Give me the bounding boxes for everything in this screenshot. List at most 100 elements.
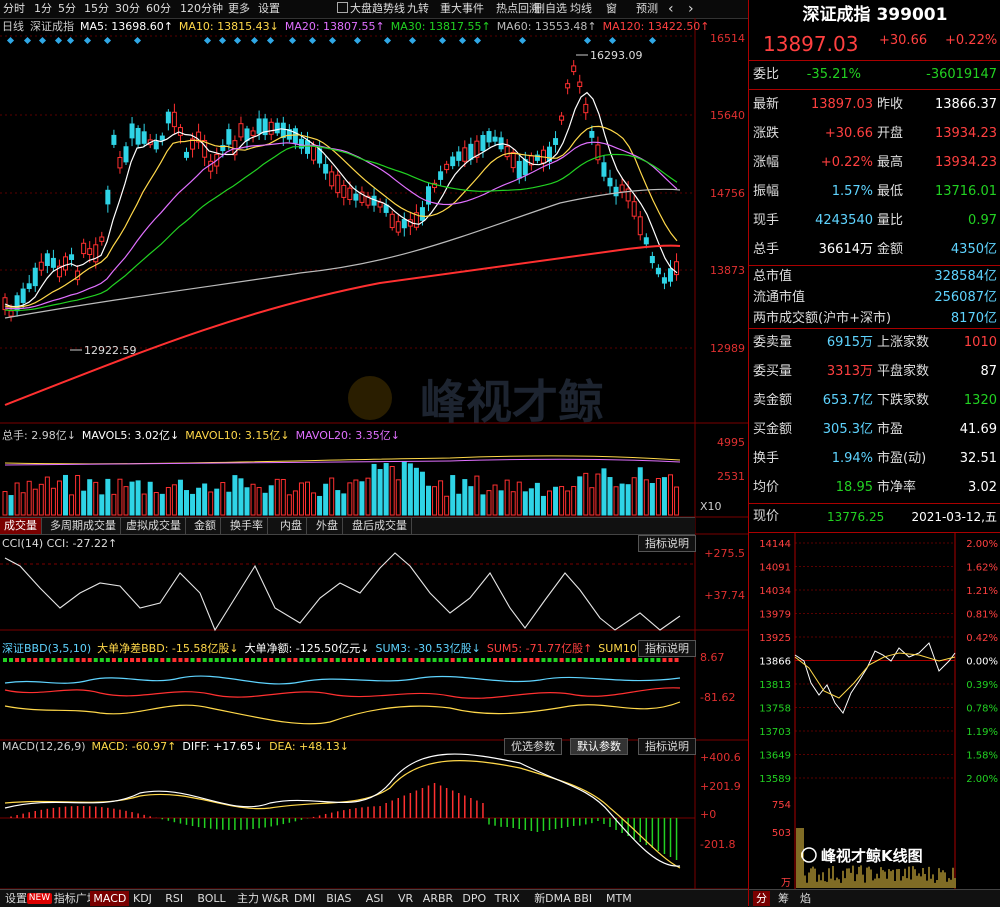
- volume-tab-5[interactable]: 内盘: [276, 518, 307, 534]
- toolbar-option-2[interactable]: 重大事件: [440, 2, 484, 16]
- intraday-price-tick: 13866: [759, 657, 791, 668]
- indicator-tab-dmi[interactable]: DMI: [291, 891, 318, 906]
- intraday-pct-tick: 2.00%: [966, 539, 998, 550]
- panel-tab-0[interactable]: 分: [753, 891, 770, 906]
- ma-legend-item: MA30: 13817.55↑: [390, 20, 491, 33]
- toolbar-option-0[interactable]: 大盘趋势线: [337, 2, 405, 16]
- bbd-bar: [499, 658, 504, 662]
- period-3-button[interactable]: 15分: [84, 2, 109, 16]
- cci-line: [4, 552, 681, 632]
- volume-bar: [292, 490, 298, 516]
- quote-value: 1.94%: [831, 451, 873, 466]
- volume-bar: [202, 483, 208, 516]
- indicator-tab-macd[interactable]: MACD: [90, 891, 130, 906]
- candle-body: [486, 131, 492, 143]
- indicator-tab-dpo[interactable]: DPO: [459, 891, 489, 906]
- quote-row: 委买量 3313万 平盘家数 87: [749, 357, 1000, 386]
- candle-body: [643, 237, 649, 245]
- toolbar-option-label: 九转: [407, 2, 429, 15]
- kline-chart-area[interactable]: 16514 15640 14756 13873 12989 峰视才鲸 16293.09 129…: [0, 18, 748, 906]
- indicator-tab-主力[interactable]: 主力: [234, 891, 262, 906]
- indicator-tab-mtm[interactable]: MTM: [603, 891, 635, 906]
- toolbar-option-4[interactable]: 删自选: [534, 2, 567, 16]
- ma20-line: [4, 141, 678, 310]
- toolbar-option-5[interactable]: 均线: [570, 2, 592, 16]
- candle-body: [99, 236, 105, 242]
- toolbar-option-7[interactable]: 预测: [636, 2, 658, 16]
- bbd-bar: [232, 658, 237, 662]
- back-arrow-icon[interactable]: ‹: [668, 2, 674, 16]
- macd-button-0[interactable]: 优选参数: [504, 738, 562, 755]
- candle-body: [607, 177, 613, 187]
- candle-body: [668, 268, 673, 282]
- bbd-bar: [87, 658, 92, 662]
- toolbar-option-1[interactable]: 九转: [407, 2, 429, 16]
- volume-bar: [389, 466, 395, 516]
- indicator-tab-bias[interactable]: BIAS: [323, 891, 354, 906]
- price-tick: 13873: [710, 264, 745, 277]
- intraday-price-tick: 13758: [759, 704, 791, 715]
- candle-body: [32, 267, 38, 287]
- quote-value: +0.22%: [820, 155, 873, 170]
- indicator-tab-trix[interactable]: TRIX: [492, 891, 523, 906]
- bbd-bar: [81, 658, 86, 662]
- period-7-button[interactable]: 更多: [228, 2, 250, 16]
- bbd-bar: [160, 658, 165, 662]
- indicator-tab-设置[interactable]: 设置: [2, 891, 30, 906]
- volume-bar: [365, 477, 371, 516]
- candle-body: [171, 111, 177, 128]
- indicator-tab-rsi[interactable]: RSI: [162, 891, 186, 906]
- toolbar-option-6[interactable]: 窗: [606, 2, 617, 16]
- intraday-chart[interactable]: 14144 2.00% 14091 1.62% 14034 1.21% 13979 0.81%…: [749, 533, 1000, 891]
- quote-label: 振幅: [753, 184, 780, 199]
- volume-tab-4[interactable]: 换手率: [226, 518, 268, 534]
- period-5-button[interactable]: 60分: [146, 2, 171, 16]
- event-diamond-icon: [250, 36, 259, 45]
- indicator-tab-arbr[interactable]: ARBR: [420, 891, 456, 906]
- candle-body: [649, 256, 655, 264]
- checkbox-icon[interactable]: [337, 2, 348, 13]
- indicator-tab-boll[interactable]: BOLL: [194, 891, 228, 906]
- panel-tab-1[interactable]: 筹: [775, 891, 792, 906]
- period-1-button[interactable]: 1分: [34, 2, 52, 16]
- volume-tab-0[interactable]: 成交量: [0, 518, 42, 534]
- volume-tab-3[interactable]: 金额: [190, 518, 221, 534]
- volume-bar: [280, 478, 286, 516]
- period-6-button[interactable]: 120分钟: [180, 2, 223, 16]
- bbd-bar: [166, 658, 171, 662]
- volume-bar: [250, 483, 256, 516]
- chart-canvas: 1651415640147561387312989峰视才鲸16293.09129…: [0, 18, 748, 905]
- candle-body: [329, 171, 335, 187]
- candle-body: [341, 184, 347, 198]
- indicator-tab-新dma[interactable]: 新DMA: [531, 891, 574, 906]
- indicator-tab-bbi[interactable]: BBI: [571, 891, 595, 906]
- panel-tab-2[interactable]: 焰: [797, 891, 814, 906]
- quote-label: 市盈: [877, 422, 904, 437]
- bbd-bar: [220, 658, 225, 662]
- volume-bar: [244, 487, 250, 516]
- volume-tab-6[interactable]: 外盘: [312, 518, 343, 534]
- volume-bar: [528, 488, 534, 516]
- intraday-vol-tick: 503: [772, 828, 791, 839]
- indicator-tab-w&r[interactable]: W&R: [259, 891, 292, 906]
- bbd-help-button[interactable]: 指标说明: [638, 640, 696, 657]
- indicator-tab-vr[interactable]: VR: [395, 891, 416, 906]
- quote-value: 36614万: [818, 242, 873, 257]
- bbd-bar: [317, 658, 322, 662]
- weibi-row: 委比 -35.21% -36019147: [749, 60, 1000, 89]
- quote-value: 13934.23: [934, 155, 997, 170]
- volume-bar: [317, 495, 323, 516]
- macd-button-1[interactable]: 默认参数: [570, 738, 628, 755]
- period-0-button[interactable]: 分时: [3, 2, 25, 16]
- forward-arrow-icon[interactable]: ›: [688, 2, 694, 16]
- volume-tab-7[interactable]: 盘后成交量: [348, 518, 412, 534]
- period-2-button[interactable]: 5分: [58, 2, 76, 16]
- indicator-tab-asi[interactable]: ASI: [363, 891, 387, 906]
- volume-tab-2[interactable]: 虚拟成交量: [122, 518, 186, 534]
- volume-tab-1[interactable]: 多周期成交量: [46, 518, 121, 534]
- cci-help-button[interactable]: 指标说明: [638, 535, 696, 552]
- macd-button-2[interactable]: 指标说明: [638, 738, 696, 755]
- indicator-tab-kdj[interactable]: KDJ: [130, 891, 155, 906]
- period-4-button[interactable]: 30分: [115, 2, 140, 16]
- period-8-button[interactable]: 设置: [258, 2, 280, 16]
